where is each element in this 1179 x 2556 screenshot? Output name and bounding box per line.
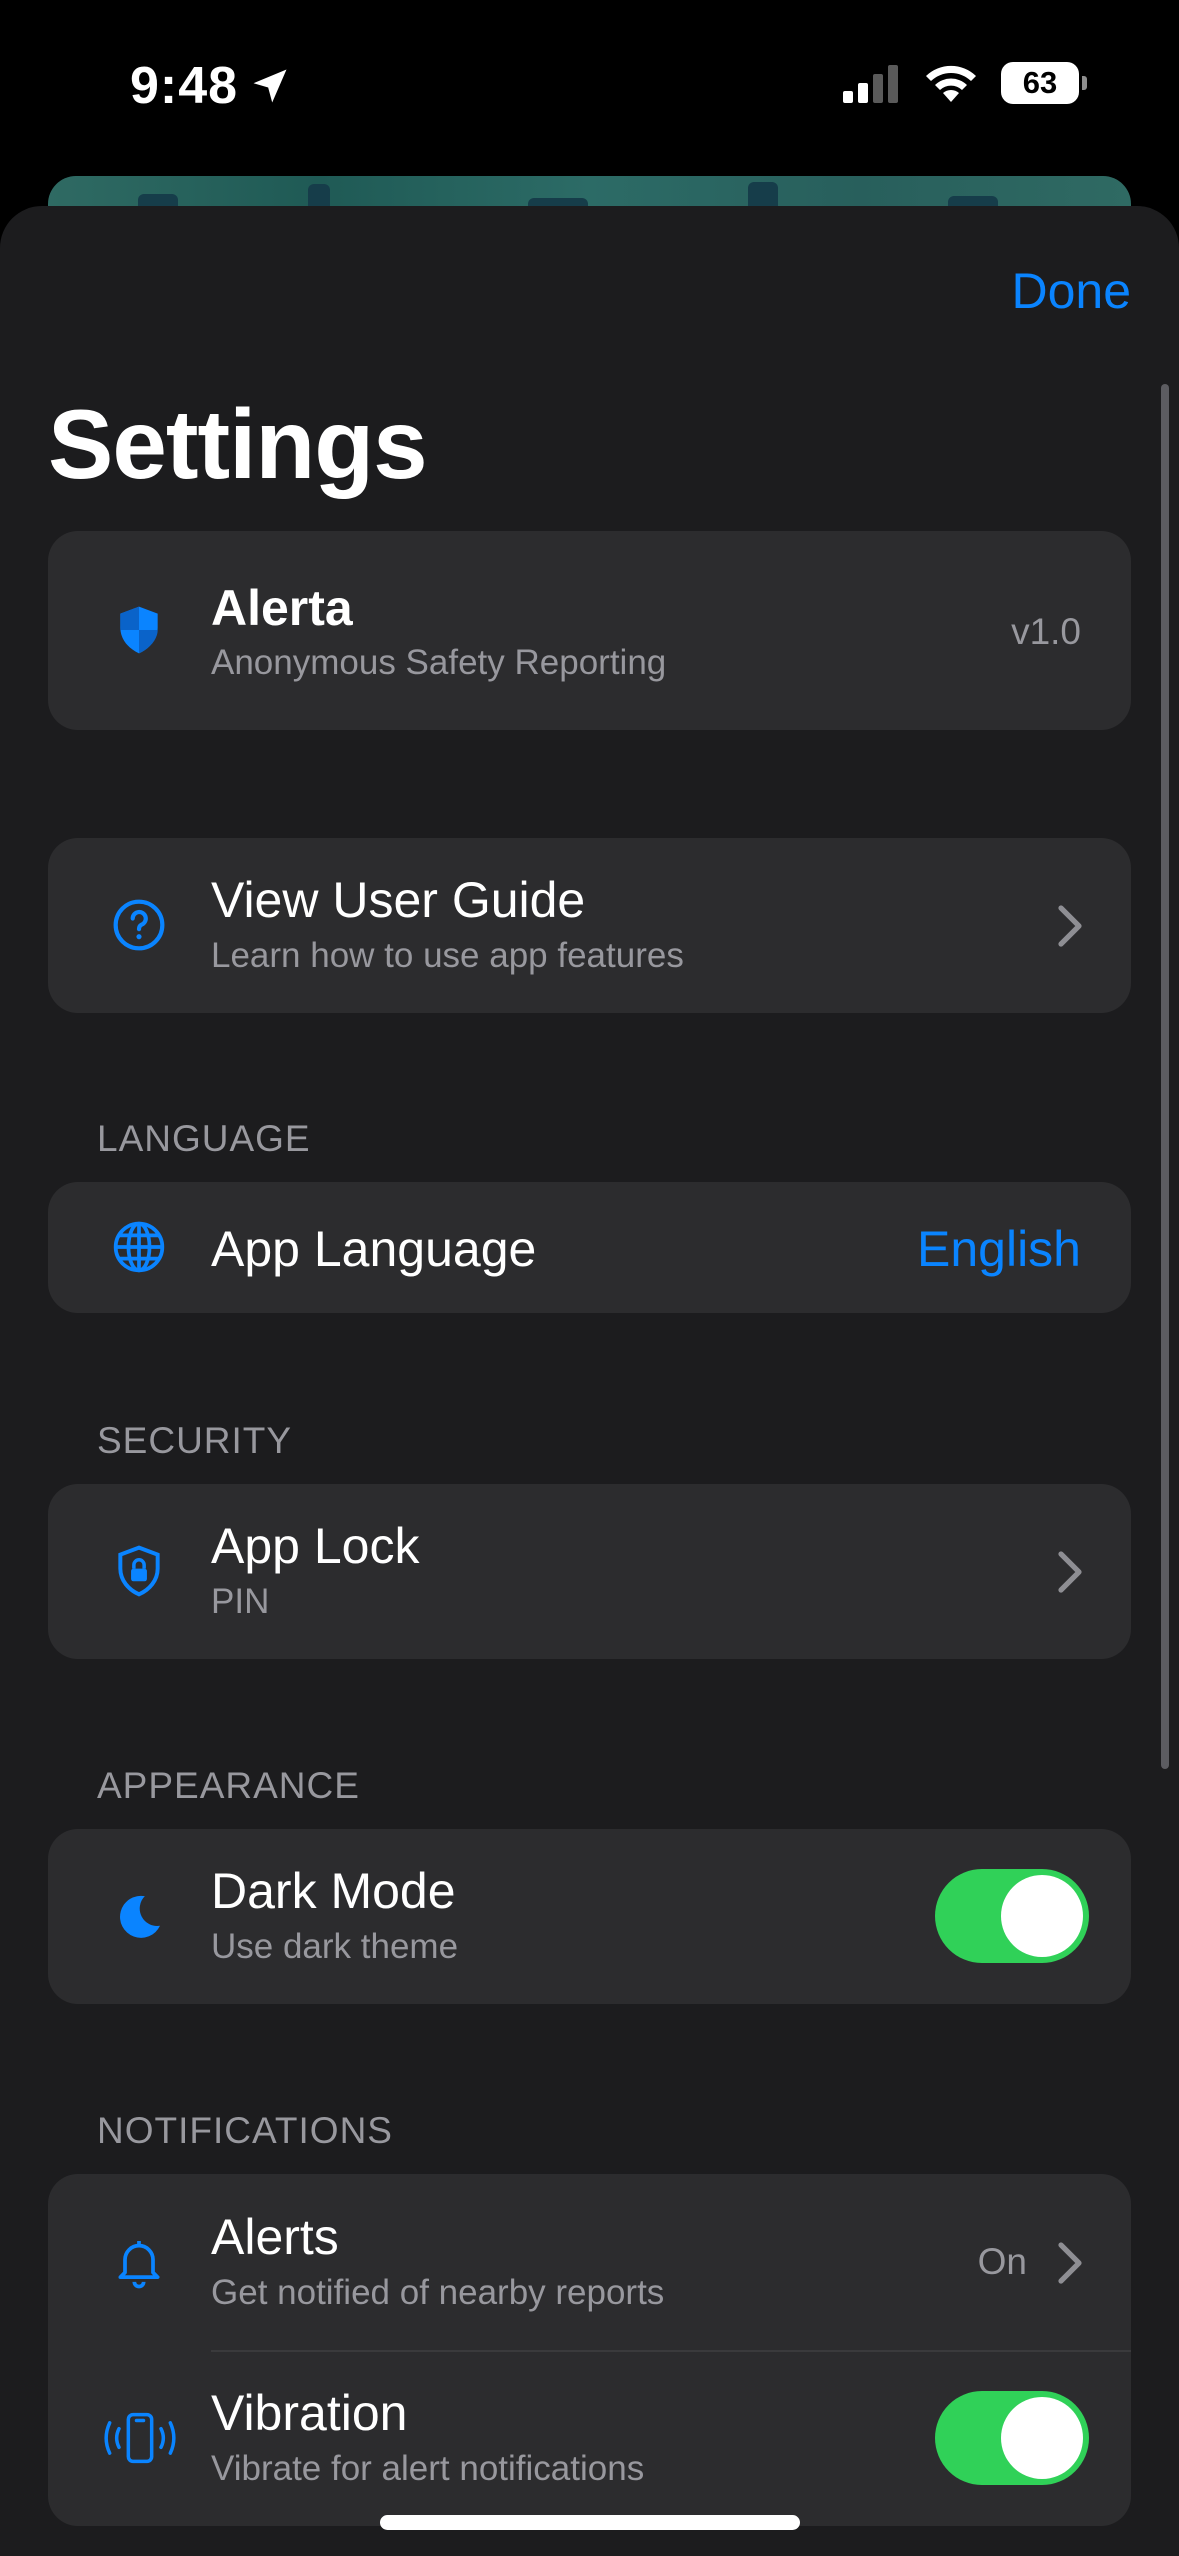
security-card[interactable]: App Lock PIN	[48, 1484, 1131, 1659]
wifi-icon	[926, 65, 976, 102]
moon-icon	[111, 1888, 167, 1944]
done-button[interactable]: Done	[1011, 262, 1131, 320]
status-time: 9:48	[130, 56, 292, 116]
battery-indicator: 63	[1001, 62, 1087, 104]
dark-mode-toggle[interactable]	[935, 1869, 1089, 1963]
chevron-right-icon	[1058, 2242, 1082, 2284]
user-guide-card[interactable]: View User Guide Learn how to use app fea…	[48, 838, 1131, 1013]
alerts-value: On	[977, 2241, 1027, 2282]
status-time-label: 9:48	[130, 57, 239, 115]
user-guide-row[interactable]: View User Guide Learn how to use app fea…	[48, 838, 1131, 1013]
user-guide-subtitle: Learn how to use app features	[211, 936, 684, 975]
app-info-row: Alerta Anonymous Safety Reporting v1.0	[48, 531, 1131, 730]
app-lock-title: App Lock	[211, 1518, 420, 1574]
dark-mode-title: Dark Mode	[211, 1863, 456, 1919]
bell-icon	[111, 2234, 167, 2290]
language-card[interactable]: App Language English	[48, 1182, 1131, 1313]
lock-shield-icon	[111, 1543, 167, 1599]
shield-icon	[111, 602, 167, 658]
dark-mode-row: Dark Mode Use dark theme	[48, 1829, 1131, 2004]
app-info-card: Alerta Anonymous Safety Reporting v1.0	[48, 531, 1131, 730]
vibration-subtitle: Vibrate for alert notifications	[211, 2449, 645, 2488]
signal-icon	[843, 65, 898, 103]
question-circle-icon	[111, 897, 167, 953]
section-label-security: SECURITY	[97, 1420, 293, 1461]
home-indicator[interactable]	[380, 2515, 800, 2530]
vibration-row: Vibration Vibrate for alert notification…	[48, 2350, 1131, 2526]
screen: 9:48 63 Done Settings Alerta Anonymous S…	[0, 0, 1179, 2556]
section-label-language: LANGUAGE	[97, 1118, 311, 1159]
vibration-toggle[interactable]	[935, 2391, 1089, 2485]
alerts-title: Alerts	[211, 2209, 339, 2265]
app-language-label: App Language	[211, 1221, 537, 1277]
app-version: v1.0	[1011, 611, 1081, 652]
app-lock-subtitle: PIN	[211, 1582, 270, 1621]
location-arrow-icon	[253, 69, 287, 103]
app-lock-row[interactable]: App Lock PIN	[48, 1484, 1131, 1659]
dark-mode-subtitle: Use dark theme	[211, 1927, 459, 1966]
alerts-subtitle: Get notified of nearby reports	[211, 2273, 665, 2312]
status-bar: 9:48 63	[0, 0, 1179, 175]
app-tagline: Anonymous Safety Reporting	[211, 643, 667, 682]
user-guide-title: View User Guide	[211, 872, 586, 928]
vibration-title: Vibration	[211, 2385, 408, 2441]
chevron-right-icon	[1058, 1551, 1082, 1593]
section-label-notifications: NOTIFICATIONS	[97, 2110, 393, 2151]
appearance-card: Dark Mode Use dark theme	[48, 1829, 1131, 2004]
notifications-card: Alerts Get notified of nearby reports On…	[48, 2174, 1131, 2526]
chevron-right-icon	[1058, 905, 1082, 947]
alerts-row[interactable]: Alerts Get notified of nearby reports On	[48, 2174, 1131, 2350]
scrollbar[interactable]	[1161, 384, 1169, 1769]
globe-icon	[111, 1219, 167, 1275]
phone-vibrate-icon	[98, 2410, 182, 2466]
app-language-row[interactable]: App Language English	[48, 1182, 1131, 1313]
battery-level: 63	[1022, 65, 1058, 100]
section-label-appearance: APPEARANCE	[97, 1765, 360, 1806]
status-indicators: 63	[843, 62, 1087, 104]
language-value[interactable]: English	[917, 1220, 1081, 1278]
app-name: Alerta	[211, 580, 353, 636]
page-title: Settings	[48, 389, 428, 499]
